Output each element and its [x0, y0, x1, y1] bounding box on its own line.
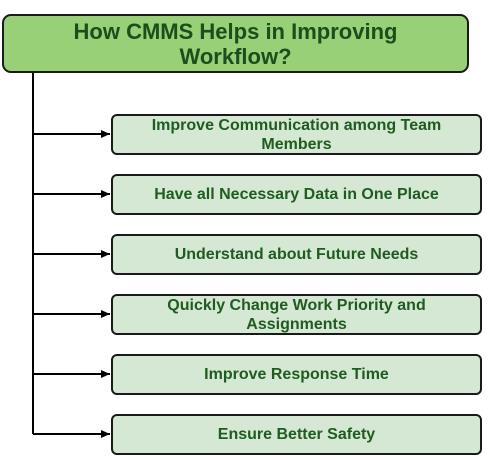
step-label-1: Improve Communication among Team Members	[151, 116, 442, 153]
step-box-6: Ensure Better Safety	[111, 414, 482, 455]
step-label-5: Improve Response Time	[204, 366, 389, 383]
step-label-6: Ensure Better Safety	[217, 426, 376, 443]
step-box-3: Understand about Future Needs	[111, 234, 482, 275]
step-label-2: Have all Necessary Data in One Place	[154, 186, 439, 203]
step-box-1: Improve Communication among Team Members	[111, 114, 482, 155]
step-box-2: Have all Necessary Data in One Place	[111, 174, 482, 215]
step-label-3: Understand about Future Needs	[174, 246, 419, 263]
step-box-4: Quickly Change Work Priority and Assignm…	[111, 294, 482, 335]
step-box-5: Improve Response Time	[111, 354, 482, 395]
step-label-4: Quickly Change Work Priority and Assignm…	[167, 296, 426, 333]
